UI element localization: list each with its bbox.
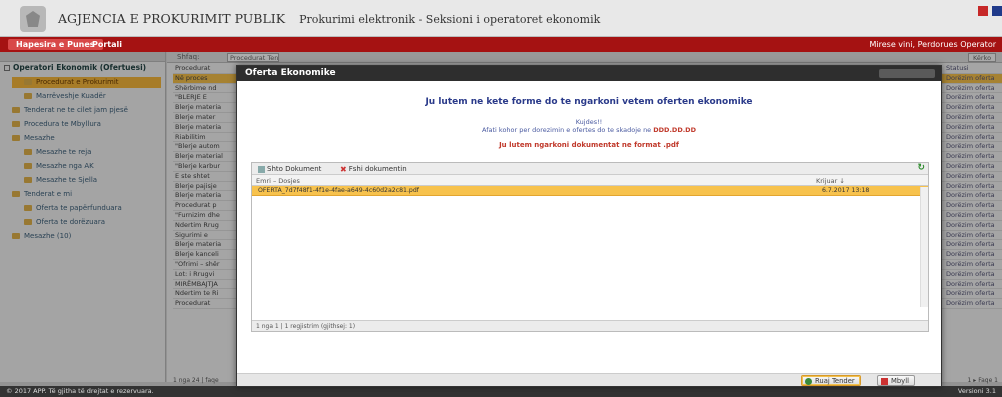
dialog-heading: Ju lutem ne kete forme do te ngarkoni ve… — [425, 97, 753, 107]
save-tender-label: Ruaj Tender — [815, 377, 855, 385]
grid-scrollbar[interactable] — [920, 187, 928, 307]
column-header-name[interactable]: Emri – Dosjes — [256, 177, 300, 185]
window-controls[interactable] — [879, 69, 935, 78]
add-document-label: Shto Dokument — [267, 165, 322, 173]
deadline-note: Afati kohor per dorezimin e ofertes do t… — [237, 126, 941, 134]
document-icon — [258, 165, 265, 173]
pdf-warning: Ju lutem ngarkoni dokumentat ne format .… — [499, 141, 679, 149]
dialog-body: Ju lutem ne kete forme do te ngarkoni ve… — [237, 81, 941, 373]
economic-offer-dialog: Oferta Ekonomike Ju lutem ne kete forme … — [236, 65, 942, 387]
grid-toolbar: Shto Dokument ✖ Fshi dokumentin — [252, 163, 928, 175]
save-icon — [805, 377, 812, 385]
footer-copyright: © 2017 APP. Të gjitha të drejtat e rezer… — [6, 387, 154, 395]
close-label: Mbyll — [891, 377, 909, 385]
deadline-caution: Kujdes!! — [575, 118, 603, 126]
dialog-footer: Ruaj Tender Mbyll — [237, 373, 941, 386]
document-row[interactable]: OFERTA_7d7f48f1-4f1e-4fae-a649-4c60d2a2c… — [252, 186, 928, 196]
close-icon — [881, 377, 888, 385]
flag-icon[interactable] — [978, 6, 988, 16]
welcome-text: Mirese vini, Perdorues Operator — [869, 40, 996, 49]
grid-header: Emri – Dosjes Krijuar ↓ ↻ — [252, 163, 928, 186]
emblem-icon — [20, 6, 46, 32]
delete-document-label: Fshi dokumentin — [348, 165, 407, 173]
document-file-name: OFERTA_7d7f48f1-4f1e-4fae-a649-4c60d2a2c… — [258, 187, 419, 194]
delete-icon: ✖ — [340, 164, 347, 174]
app-title: AGJENCIA E PROKURIMIT PUBLIK Prokurimi e… — [58, 11, 600, 26]
dialog-title: Oferta Ekonomike — [245, 68, 336, 78]
flag-icon[interactable] — [992, 6, 1002, 16]
column-header-date[interactable]: Krijuar ↓ — [816, 177, 845, 185]
dialog-titlebar[interactable]: Oferta Ekonomike — [237, 66, 941, 81]
deadline-date: DDD.DD.DD — [653, 126, 696, 134]
tab-portal[interactable]: Portali — [92, 39, 122, 50]
grid-pager: 1 nga 1 | 1 regjistrim (gjithsej: 1) — [252, 320, 928, 331]
document-created-date: 6.7.2017 13:18 — [822, 187, 870, 194]
refresh-icon[interactable]: ↻ — [917, 163, 925, 173]
save-tender-button[interactable]: Ruaj Tender — [801, 375, 861, 386]
tab-workspace[interactable]: Hapesira e Punes — [8, 39, 103, 50]
footer-version: Versioni 3.1 — [957, 387, 996, 395]
documents-grid: Shto Dokument ✖ Fshi dokumentin Emri – Do… — [251, 162, 929, 332]
close-button[interactable]: Mbyll — [877, 375, 915, 386]
app-subtitle: Prokurimi elektronik - Seksioni i operat… — [299, 13, 601, 26]
nav-bar: Hapesira e Punes Portali Mirese vini, Pe… — [0, 37, 1002, 52]
app-title-text: AGJENCIA E PROKURIMIT PUBLIK — [58, 11, 286, 26]
app-header: AGJENCIA E PROKURIMIT PUBLIK Prokurimi e… — [0, 0, 1002, 37]
page-footer: © 2017 APP. Të gjitha të drejtat e rezer… — [0, 386, 1002, 397]
grid-rows: OFERTA_7d7f48f1-4f1e-4fae-a649-4c60d2a2c… — [252, 186, 928, 196]
deadline-note-text: Afati kohor per dorezimin e ofertes do t… — [482, 126, 652, 134]
delete-document-button[interactable]: ✖ Fshi dokumentin — [340, 165, 407, 173]
add-document-button[interactable]: Shto Dokument — [258, 165, 321, 173]
